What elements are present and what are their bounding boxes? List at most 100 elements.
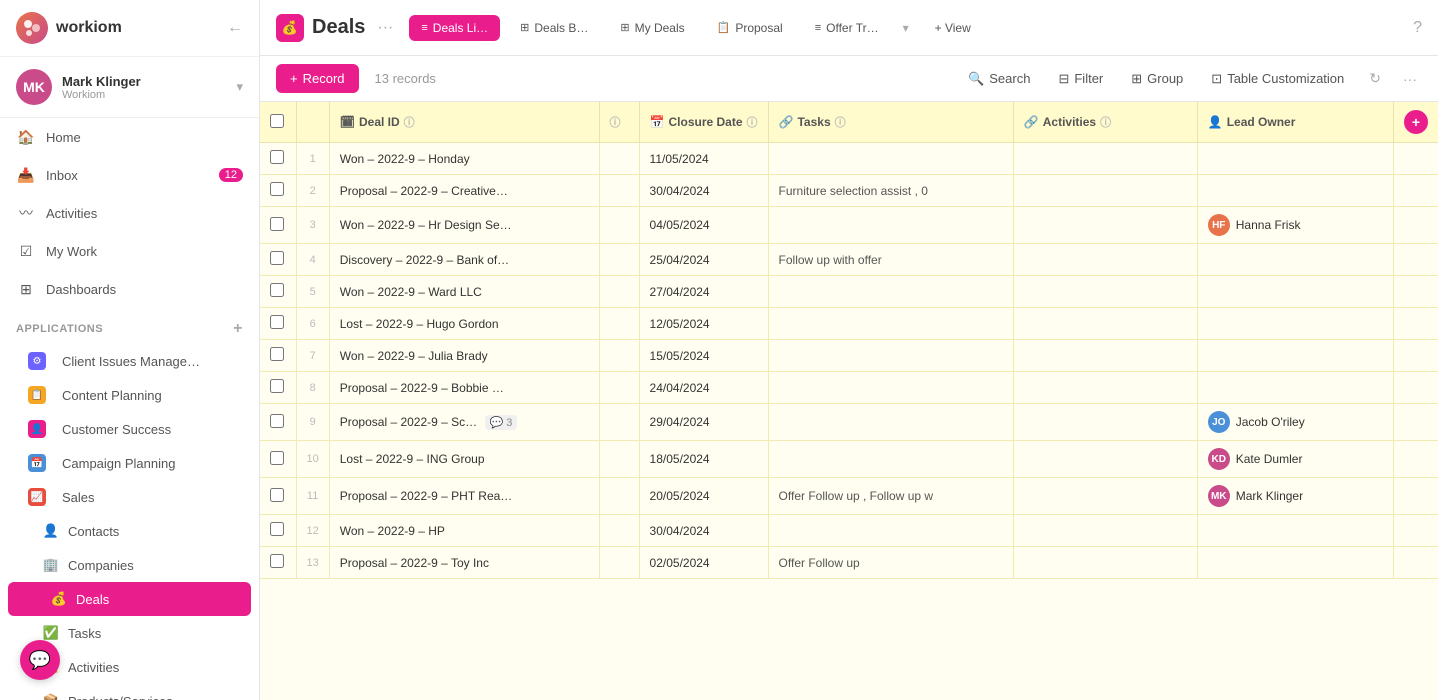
deal-id-cell[interactable]: Won – 2022-9 – Julia Brady [329,340,599,372]
row-checkbox[interactable] [270,554,284,568]
tasks-cell[interactable] [768,515,1013,547]
group-button[interactable]: ⊞ Group [1123,66,1191,92]
deal-id-cell[interactable]: Proposal – 2022-9 – Bobbie … [329,372,599,404]
row-number: 1 [296,143,329,175]
row-checkbox[interactable] [270,414,284,428]
filter-button[interactable]: ⊟ Filter [1050,66,1111,92]
deal-id-cell[interactable]: Proposal – 2022-9 – Creative… [329,175,599,207]
more-options-button[interactable]: ··· [1398,66,1422,92]
tasks-cell[interactable]: Follow up with offer [768,244,1013,276]
table-row[interactable]: 3Won – 2022-9 – Hr Design Se…04/05/2024 … [260,207,1438,244]
extra-info-icon[interactable]: ⓘ [610,117,621,129]
table-row[interactable]: 12Won – 2022-9 – HP30/04/2024 [260,515,1438,547]
table-row[interactable]: 8Proposal – 2022-9 – Bobbie …24/04/2024 [260,372,1438,404]
sidebar-item-products[interactable]: 📦 Products/Services [0,684,259,700]
tasks-cell[interactable]: Furniture selection assist , 0 [768,175,1013,207]
tasks-cell[interactable]: Offer Follow up [768,547,1013,579]
row-checkbox[interactable] [270,217,284,231]
table-row[interactable]: 11Proposal – 2022-9 – PHT Rea…20/05/2024… [260,478,1438,515]
sidebar-item-campaign-planning[interactable]: 📅 Campaign Planning [0,446,259,480]
table-row[interactable]: 4Discovery – 2022-9 – Bank of…25/04/2024… [260,244,1438,276]
nav-home[interactable]: 🏠 Home [0,118,259,156]
deal-id-cell[interactable]: Discovery – 2022-9 – Bank of… [329,244,599,276]
help-button[interactable]: ? [1413,19,1422,37]
row-checkbox[interactable] [270,347,284,361]
tasks-cell[interactable] [768,404,1013,441]
tasks-cell[interactable] [768,308,1013,340]
table-row[interactable]: 2Proposal – 2022-9 – Creative…30/04/2024… [260,175,1438,207]
row-checkbox[interactable] [270,315,284,329]
page-more-button[interactable]: ··· [377,19,393,37]
row-checkbox[interactable] [270,488,284,502]
select-all-checkbox[interactable] [270,114,284,128]
th-tasks[interactable]: 🔗 Tasks ⓘ [768,102,1013,143]
refresh-button[interactable]: ↻ [1364,65,1386,92]
th-activities[interactable]: 🔗 Activities ⓘ [1013,102,1197,143]
user-profile[interactable]: MK Mark Klinger Workiom ▾ [0,57,259,118]
th-lead-owner[interactable]: 👤 Lead Owner [1197,102,1393,143]
deal-id-cell[interactable]: Proposal – 2022-9 – Toy Inc [329,547,599,579]
add-column-button[interactable]: + [1404,110,1428,134]
nav-mywork[interactable]: ☑ My Work [0,232,259,270]
chat-bubble-button[interactable]: 💬 [20,640,60,680]
add-record-button[interactable]: + Record [276,64,359,93]
th-deal-id[interactable]: 🗓 Deal ID ⓘ [329,102,599,143]
th-add-column[interactable]: + [1394,102,1438,143]
customize-button[interactable]: ⊡ Table Customization [1203,66,1352,92]
row-checkbox[interactable] [270,150,284,164]
tasks-cell[interactable] [768,143,1013,175]
nav-dashboards[interactable]: ⊞ Dashboards [0,270,259,308]
row-checkbox[interactable] [270,182,284,196]
tasks-cell[interactable] [768,207,1013,244]
tab-proposal[interactable]: 📋 Proposal [705,15,795,41]
deal-id-cell[interactable]: Proposal – 2022-9 – PHT Rea… [329,478,599,515]
sidebar-item-deals[interactable]: 💰 Deals [8,582,251,616]
table-row[interactable]: 7Won – 2022-9 – Julia Brady15/05/2024 [260,340,1438,372]
tasks-cell[interactable] [768,441,1013,478]
tab-deals-list[interactable]: ≡ Deals Li… [409,15,500,41]
activities-info-icon[interactable]: ⓘ [1100,114,1111,130]
closure-date-info-icon[interactable]: ⓘ [747,114,758,130]
deal-id-cell[interactable]: Won – 2022-9 – Ward LLC [329,276,599,308]
sidebar-item-sales[interactable]: 📈 Sales [0,480,259,514]
sidebar-item-content-planning[interactable]: 📋 Content Planning [0,378,259,412]
table-row[interactable]: 5Won – 2022-9 – Ward LLC27/04/2024 [260,276,1438,308]
deal-id-cell[interactable]: Lost – 2022-9 – Hugo Gordon [329,308,599,340]
row-checkbox[interactable] [270,283,284,297]
deal-id-cell[interactable]: Lost – 2022-9 – ING Group [329,441,599,478]
sidebar-item-customer-success[interactable]: 👤 Customer Success [0,412,259,446]
nav-inbox[interactable]: 📥 Inbox 12 [0,156,259,194]
table-row[interactable]: 10Lost – 2022-9 – ING Group18/05/2024 KD… [260,441,1438,478]
sidebar-item-companies[interactable]: 🏢 Companies [0,548,259,582]
sidebar-collapse-button[interactable]: ← [227,19,243,37]
th-closure-date[interactable]: 📅 Closure Date ⓘ [639,102,768,143]
tab-offer-tr[interactable]: ≡ Offer Tr… [803,15,891,41]
table-row[interactable]: 1Won – 2022-9 – Honday11/05/2024 [260,143,1438,175]
deal-id-info-icon[interactable]: ⓘ [404,114,415,130]
tab-deals-b[interactable]: ⊞ Deals B… [508,15,600,41]
tasks-cell[interactable] [768,276,1013,308]
tab-my-deals[interactable]: ⊞ My Deals [608,15,696,41]
deal-id-cell[interactable]: Won – 2022-9 – Honday [329,143,599,175]
table-row[interactable]: 9Proposal – 2022-9 – Sc… 💬 329/04/2024 J… [260,404,1438,441]
sidebar-item-contacts[interactable]: 👤 Contacts [0,514,259,548]
sidebar-item-client-issues[interactable]: ⚙ Client Issues Manage… [0,344,259,378]
tasks-cell[interactable]: Offer Follow up , Follow up w [768,478,1013,515]
deal-id-cell[interactable]: Won – 2022-9 – Hr Design Se… [329,207,599,244]
table-row[interactable]: 6Lost – 2022-9 – Hugo Gordon12/05/2024 [260,308,1438,340]
nav-activities[interactable]: 〰 Activities [0,194,259,232]
row-checkbox[interactable] [270,451,284,465]
search-button[interactable]: 🔍 Search [960,66,1038,92]
tasks-info-icon[interactable]: ⓘ [835,114,846,130]
tasks-cell[interactable] [768,340,1013,372]
table-row[interactable]: 13Proposal – 2022-9 – Toy Inc02/05/2024O… [260,547,1438,579]
add-view-button[interactable]: + View [925,15,981,41]
applications-add-button[interactable]: + [233,320,243,338]
deal-id-cell[interactable]: Won – 2022-9 – HP [329,515,599,547]
row-checkbox[interactable] [270,522,284,536]
row-checkbox[interactable] [270,379,284,393]
tasks-cell[interactable] [768,372,1013,404]
tabs-dropdown-button[interactable]: ▾ [899,17,913,39]
row-checkbox[interactable] [270,251,284,265]
deal-id-cell[interactable]: Proposal – 2022-9 – Sc… 💬 3 [329,404,599,441]
